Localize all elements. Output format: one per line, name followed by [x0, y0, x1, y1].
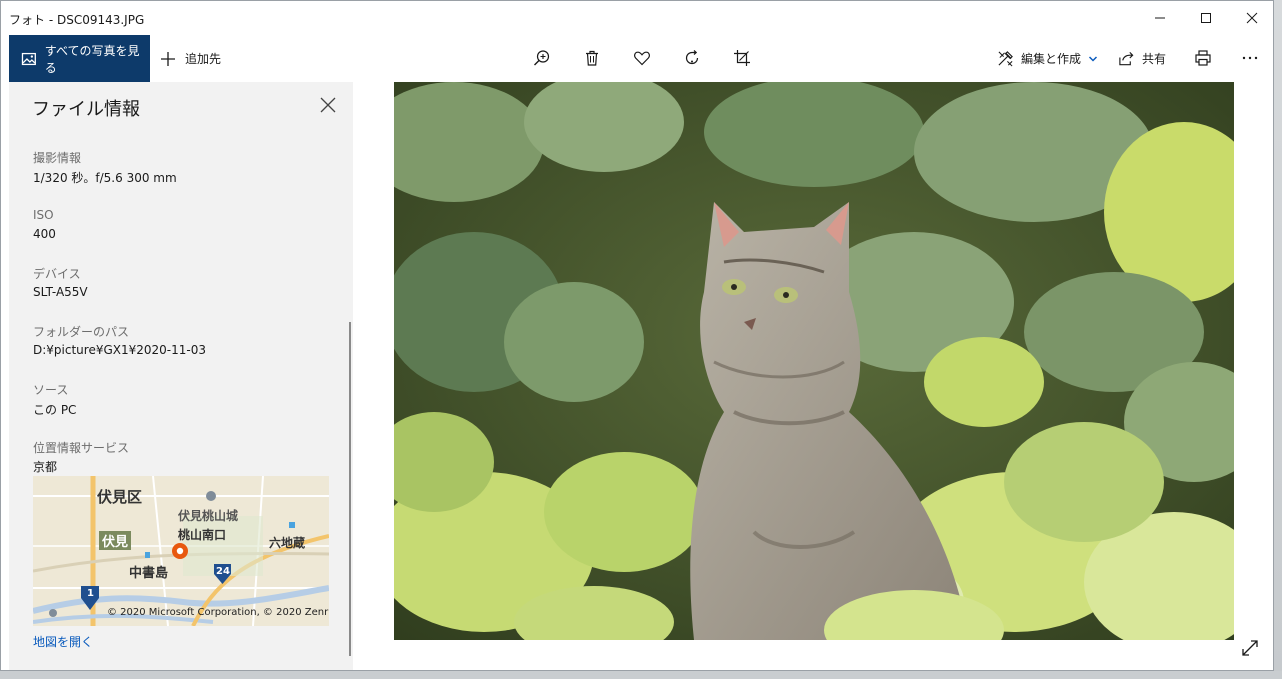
maximize-icon — [1201, 13, 1211, 23]
edit-tools-icon — [998, 51, 1013, 67]
location-value: 京都 — [33, 460, 58, 474]
map-route-24: 24 — [216, 566, 230, 577]
map-label-rokujizo: 六地蔵 — [269, 536, 306, 550]
share-label: 共有 — [1142, 52, 1167, 66]
maximize-button[interactable] — [1183, 1, 1229, 35]
zoom-in-icon — [534, 50, 550, 66]
map-copyright: © 2020 Microsoft Corporation, © 2020 Zen… — [107, 607, 329, 618]
add-to-label: 追加先 — [185, 52, 222, 66]
more-icon — [1242, 56, 1258, 60]
folder-path-label: フォルダーのパス — [33, 325, 130, 339]
crop-icon — [734, 50, 750, 66]
print-button[interactable] — [1192, 47, 1214, 69]
plus-icon — [161, 51, 175, 66]
open-map-link[interactable]: 地図を開く — [33, 633, 93, 650]
close-icon — [1246, 12, 1258, 24]
iso-value: 400 — [33, 227, 56, 241]
location-label: 位置情報サービス — [33, 441, 130, 455]
share-button[interactable]: 共有 — [1118, 35, 1166, 82]
folder-path-value: D:¥picture¥GX1¥2020-11-03 — [33, 343, 206, 357]
device-value: SLT-A55V — [33, 285, 88, 299]
desktop-taskbar-edge — [0, 671, 1282, 679]
heart-icon — [634, 51, 650, 66]
source-label: ソース — [33, 383, 69, 397]
minimize-button[interactable] — [1137, 1, 1183, 35]
close-icon — [320, 97, 336, 113]
map-graphic — [33, 476, 329, 626]
source-value: この PC — [33, 403, 77, 417]
zoom-button[interactable] — [531, 47, 553, 69]
more-options-button[interactable] — [1239, 47, 1261, 69]
share-icon — [1119, 51, 1134, 66]
map-label-momoyama-minamiguchi: 桃山南口 — [178, 528, 227, 542]
panel-scrollbar[interactable] — [349, 322, 351, 656]
file-info-panel: ファイル情報 撮影情報 1/320 秒。f/5.6 300 mm ISO 400… — [9, 82, 353, 670]
trash-icon — [586, 50, 598, 66]
rotate-button[interactable] — [681, 47, 703, 69]
see-all-photos-label: すべての写真を見る — [44, 43, 140, 75]
edit-and-create-label: 編集と作成 — [1021, 52, 1082, 66]
close-window-button[interactable] — [1229, 1, 1273, 35]
location-map[interactable]: 伏見区 伏見桃山城 桃山南口 伏見 中書島 六地蔵 24 1 © 2020 Mi… — [33, 476, 329, 626]
crop-button[interactable] — [731, 47, 753, 69]
map-route-1: 1 — [87, 588, 94, 599]
close-panel-button[interactable] — [319, 96, 339, 116]
cat-photo — [394, 82, 1234, 640]
printer-icon — [1195, 50, 1211, 66]
see-all-photos-button[interactable]: すべての写真を見る — [9, 35, 150, 82]
favorite-button[interactable] — [631, 47, 653, 69]
toolbar: すべての写真を見る 追加先 編集と作成 共有 — [1, 35, 1273, 82]
panel-title: ファイル情報 — [32, 99, 140, 120]
shooting-info-label: 撮影情報 — [33, 151, 82, 165]
map-label-fushimi-ku: 伏見区 — [97, 488, 143, 506]
map-label-fushimi: 伏見 — [99, 531, 132, 550]
map-label-fushimi-momoyama-castle: 伏見桃山城 — [178, 509, 239, 523]
photo-viewer[interactable] — [394, 82, 1234, 640]
window-title: フォト - DSC09143.JPG — [9, 13, 145, 27]
edit-and-create-button[interactable]: 編集と作成 — [997, 35, 1098, 82]
photos-app-window: フォト - DSC09143.JPG すべての写真を見る 追加先 編集と作成 共… — [0, 0, 1274, 671]
fullscreen-button[interactable] — [1241, 639, 1261, 659]
shooting-info-value: 1/320 秒。f/5.6 300 mm — [33, 171, 177, 185]
photo-gallery-icon — [21, 52, 36, 65]
map-label-nakashojima: 中書島 — [129, 566, 169, 581]
expand-icon — [1242, 640, 1258, 656]
iso-label: ISO — [33, 208, 54, 222]
chevron-down-icon — [1088, 55, 1098, 62]
add-to-button[interactable]: 追加先 — [159, 35, 221, 82]
device-label: デバイス — [33, 267, 81, 281]
rotate-icon — [685, 50, 699, 65]
title-bar: フォト - DSC09143.JPG — [1, 1, 1273, 35]
minimize-icon — [1155, 17, 1165, 19]
delete-button[interactable] — [581, 47, 603, 69]
desktop-background — [1274, 0, 1282, 679]
